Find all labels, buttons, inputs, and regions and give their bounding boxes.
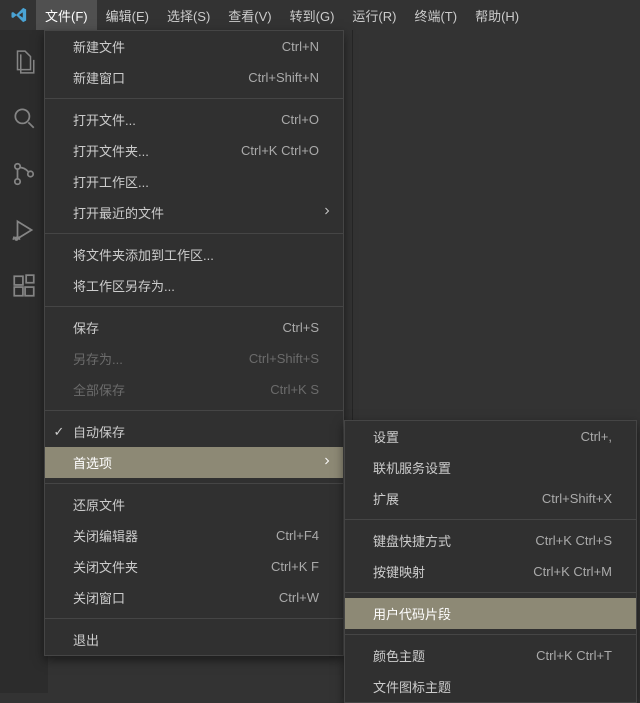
extensions-icon[interactable]: [0, 262, 48, 310]
menubar-go[interactable]: 转到(G): [281, 0, 344, 30]
files-icon[interactable]: [0, 38, 48, 86]
chevron-right-icon: [321, 455, 333, 470]
menu-item-label: 将文件夹添加到工作区...: [73, 245, 319, 264]
menu-item-shortcut: Ctrl+N: [282, 39, 319, 54]
menu-item-label: 新建窗口: [73, 68, 248, 87]
menu-item-shortcut: Ctrl+S: [283, 320, 319, 335]
menu-item-label: 键盘快捷方式: [373, 531, 535, 550]
menubar-view[interactable]: 查看(V): [219, 0, 280, 30]
pref-submenu-item[interactable]: 按键映射Ctrl+K Ctrl+M: [345, 556, 636, 587]
menu-item-label: 颜色主题: [373, 646, 536, 665]
menu-item-shortcut: Ctrl+,: [581, 429, 612, 444]
pref-submenu-item[interactable]: 颜色主题Ctrl+K Ctrl+T: [345, 640, 636, 671]
file-menu-item[interactable]: ✓ 自动保存: [45, 416, 343, 447]
menubar-terminal[interactable]: 终端(T): [405, 0, 466, 30]
menu-item-shortcut: Ctrl+Shift+S: [249, 351, 319, 366]
file-menu-item[interactable]: 还原文件: [45, 489, 343, 520]
menu-item-shortcut: Ctrl+K Ctrl+M: [533, 564, 612, 579]
source-control-icon[interactable]: [0, 150, 48, 198]
menu-item-shortcut: Ctrl+Shift+X: [542, 491, 612, 506]
file-menu-dropdown: 新建文件Ctrl+N新建窗口Ctrl+Shift+N打开文件...Ctrl+O打…: [44, 30, 344, 656]
menu-item-label: 扩展: [373, 489, 542, 508]
menu-separator: [45, 618, 343, 619]
menu-item-shortcut: Ctrl+K S: [270, 382, 319, 397]
menubar-help[interactable]: 帮助(H): [466, 0, 528, 30]
menu-item-label: 另存为...: [73, 349, 249, 368]
menu-separator: [345, 634, 636, 635]
menubar-run[interactable]: 运行(R): [343, 0, 405, 30]
menu-item-label: 用户代码片段: [373, 604, 612, 623]
pref-submenu-item[interactable]: 文件图标主题: [345, 671, 636, 702]
file-menu-item[interactable]: 将文件夹添加到工作区...: [45, 239, 343, 270]
file-menu-item[interactable]: 保存Ctrl+S: [45, 312, 343, 343]
menu-item-label: 关闭文件夹: [73, 557, 271, 576]
file-menu-item[interactable]: 打开文件夹...Ctrl+K Ctrl+O: [45, 135, 343, 166]
menu-item-label: 文件图标主题: [373, 677, 612, 696]
vscode-logo-icon: [6, 2, 32, 28]
pref-submenu-item[interactable]: 联机服务设置: [345, 452, 636, 483]
menu-item-label: 还原文件: [73, 495, 319, 514]
menubar-edit[interactable]: 编辑(E): [97, 0, 158, 30]
menu-item-label: 保存: [73, 318, 283, 337]
activitybar: [0, 30, 48, 693]
menu-item-label: 打开工作区...: [73, 172, 319, 191]
check-icon: ✓: [52, 424, 66, 440]
menu-separator: [45, 233, 343, 234]
menu-item-shortcut: Ctrl+K Ctrl+O: [241, 143, 319, 158]
file-menu-item[interactable]: 打开文件...Ctrl+O: [45, 104, 343, 135]
menu-separator: [45, 483, 343, 484]
menu-item-shortcut: Ctrl+W: [279, 590, 319, 605]
file-menu-item[interactable]: 打开最近的文件: [45, 197, 343, 228]
menu-item-label: 将工作区另存为...: [73, 276, 319, 295]
menu-separator: [345, 519, 636, 520]
file-menu-item[interactable]: 新建窗口Ctrl+Shift+N: [45, 62, 343, 93]
search-icon[interactable]: [0, 94, 48, 142]
file-menu-item[interactable]: 关闭编辑器Ctrl+F4: [45, 520, 343, 551]
chevron-right-icon: [321, 205, 333, 220]
menubar: 文件(F) 编辑(E) 选择(S) 查看(V) 转到(G) 运行(R) 终端(T…: [0, 0, 640, 30]
menubar-file[interactable]: 文件(F): [36, 0, 97, 30]
file-menu-item[interactable]: 打开工作区...: [45, 166, 343, 197]
menu-item-label: 全部保存: [73, 380, 270, 399]
menu-item-label: 自动保存: [73, 422, 319, 441]
pref-submenu-item[interactable]: 设置Ctrl+,: [345, 421, 636, 452]
file-menu-item[interactable]: 将工作区另存为...: [45, 270, 343, 301]
menu-item-label: 设置: [373, 427, 581, 446]
menu-separator: [45, 410, 343, 411]
file-menu-item[interactable]: 新建文件Ctrl+N: [45, 31, 343, 62]
menu-item-label: 关闭编辑器: [73, 526, 276, 545]
menu-item-label: 退出: [73, 630, 319, 649]
menu-item-shortcut: Ctrl+F4: [276, 528, 319, 543]
preferences-submenu: 设置Ctrl+,联机服务设置扩展Ctrl+Shift+X键盘快捷方式Ctrl+K…: [344, 420, 637, 703]
menu-item-shortcut: Ctrl+K F: [271, 559, 319, 574]
menu-separator: [45, 306, 343, 307]
menu-item-shortcut: Ctrl+O: [281, 112, 319, 127]
pref-submenu-item[interactable]: 键盘快捷方式Ctrl+K Ctrl+S: [345, 525, 636, 556]
file-menu-item[interactable]: 关闭窗口Ctrl+W: [45, 582, 343, 613]
pref-submenu-item[interactable]: 扩展Ctrl+Shift+X: [345, 483, 636, 514]
file-menu-item[interactable]: 首选项: [45, 447, 343, 478]
file-menu-item[interactable]: 退出: [45, 624, 343, 655]
menu-item-shortcut: Ctrl+K Ctrl+T: [536, 648, 612, 663]
pref-submenu-item[interactable]: 用户代码片段: [345, 598, 636, 629]
menu-item-label: 联机服务设置: [373, 458, 612, 477]
menu-separator: [45, 98, 343, 99]
file-menu-item: 另存为...Ctrl+Shift+S: [45, 343, 343, 374]
file-menu-item[interactable]: 关闭文件夹Ctrl+K F: [45, 551, 343, 582]
menu-item-label: 按键映射: [373, 562, 533, 581]
menu-item-label: 首选项: [73, 453, 319, 472]
menu-item-label: 打开文件夹...: [73, 141, 241, 160]
menu-item-label: 关闭窗口: [73, 588, 279, 607]
menu-separator: [345, 592, 636, 593]
menu-item-shortcut: Ctrl+Shift+N: [248, 70, 319, 85]
menu-item-label: 新建文件: [73, 37, 282, 56]
menu-item-shortcut: Ctrl+K Ctrl+S: [535, 533, 612, 548]
menu-item-label: 打开文件...: [73, 110, 281, 129]
menu-item-label: 打开最近的文件: [73, 203, 319, 222]
file-menu-item: 全部保存Ctrl+K S: [45, 374, 343, 405]
run-debug-icon[interactable]: [0, 206, 48, 254]
menubar-selection[interactable]: 选择(S): [158, 0, 219, 30]
